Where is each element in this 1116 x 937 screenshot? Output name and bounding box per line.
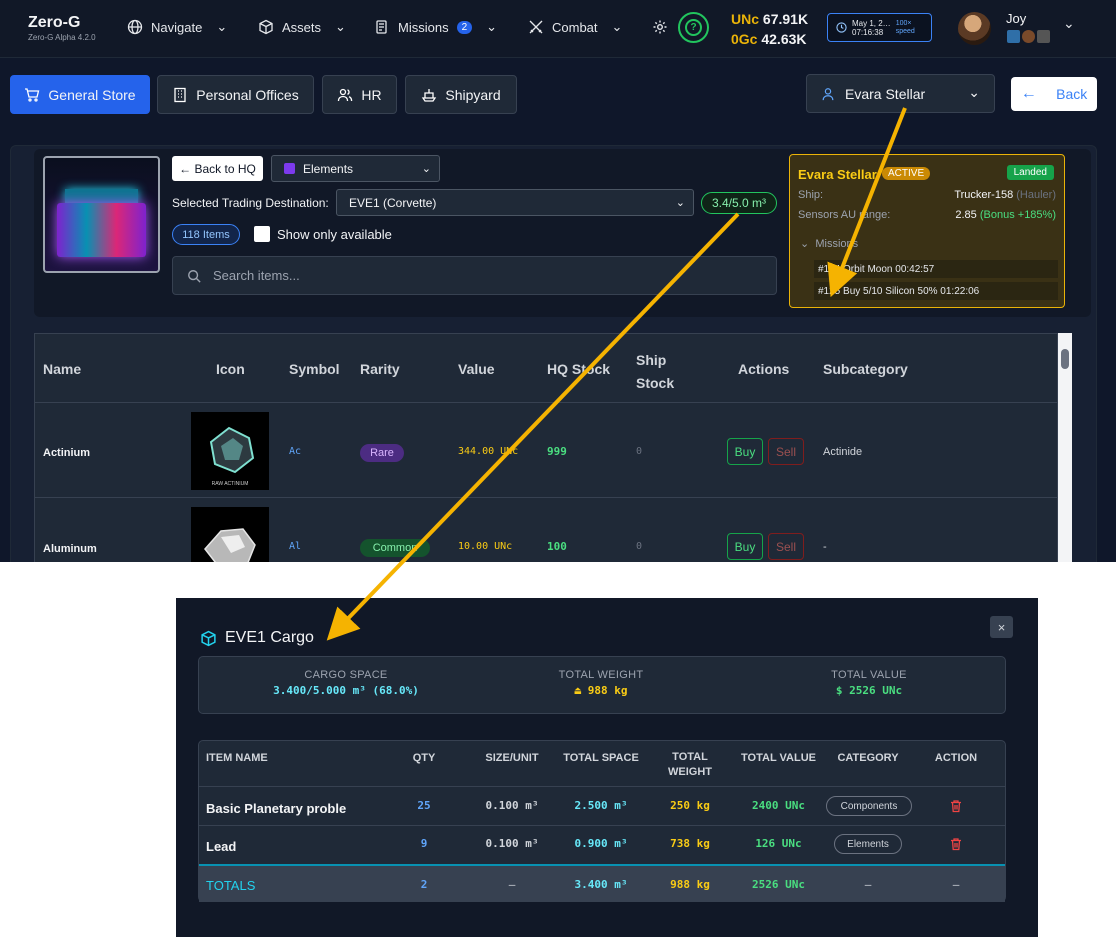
annotation-arrows — [326, 107, 907, 641]
annotation-arrow — [326, 212, 740, 641]
annotation-arrow — [827, 107, 907, 298]
